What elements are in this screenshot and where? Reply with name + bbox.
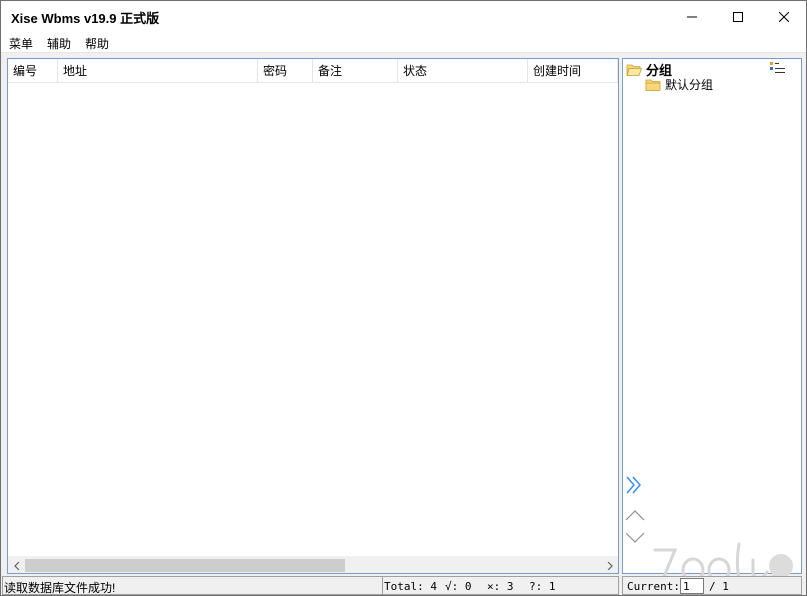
column-header-address[interactable]: 地址	[58, 59, 258, 83]
double-chevron-right-icon	[626, 476, 641, 494]
maximize-button[interactable]	[715, 1, 761, 32]
status-unknown-count: ?: 1	[529, 580, 556, 593]
chevron-left-icon	[13, 561, 19, 570]
scroll-left-button[interactable]	[8, 557, 25, 574]
move-up-button[interactable]	[625, 509, 645, 524]
tree-item-default-group[interactable]: 默认分组	[645, 76, 713, 93]
site-list[interactable]: 编号 地址 密码 备注 状态 创建时间	[7, 58, 619, 574]
current-page-input[interactable]	[680, 578, 704, 594]
menu-bar: 菜单 辅助 帮助	[1, 32, 806, 53]
folder-open-icon	[626, 64, 642, 76]
maximize-icon	[733, 11, 743, 22]
scroll-right-button[interactable]	[601, 557, 618, 574]
scroll-thumb[interactable]	[25, 559, 345, 572]
list-header: 编号 地址 密码 备注 状态 创建时间	[8, 59, 618, 83]
status-bar: 读取数据库文件成功! Total: 4 √: 0 ×: 3 ?: 1	[2, 576, 619, 595]
pager-label: Current:	[627, 580, 680, 593]
close-button[interactable]	[761, 1, 807, 32]
horizontal-scrollbar[interactable]	[8, 556, 618, 573]
list-toggle-icon	[770, 62, 785, 73]
window-title: Xise Wbms v19.9 正式版	[11, 11, 160, 26]
column-header-created[interactable]: 创建时间	[528, 59, 618, 83]
menu-item-help[interactable]: 帮助	[85, 35, 109, 52]
expand-panel-button[interactable]	[625, 475, 643, 498]
chevron-right-icon	[607, 561, 613, 570]
close-icon	[779, 11, 789, 22]
column-header-id[interactable]: 编号	[8, 59, 58, 83]
chevron-down-icon	[625, 532, 645, 543]
status-fail-count: ×: 3	[487, 580, 514, 593]
menu-item-main[interactable]: 菜单	[9, 35, 33, 52]
title-bar: Xise Wbms v19.9 正式版	[1, 1, 806, 32]
status-ok-count: √: 0	[445, 580, 472, 593]
column-header-password[interactable]: 密码	[258, 59, 313, 83]
tree-view-toggle-button[interactable]	[770, 62, 786, 77]
minimize-button[interactable]	[669, 1, 715, 32]
main-window: Xise Wbms v19.9 正式版 菜单 辅助 帮助 编号 地址 密码 备注…	[0, 0, 807, 596]
status-message: 读取数据库文件成功!	[4, 581, 116, 595]
pager-total: / 1	[709, 580, 729, 593]
move-down-button[interactable]	[625, 532, 645, 547]
pager-bar: Current: / 1	[622, 576, 802, 595]
column-header-note[interactable]: 备注	[313, 59, 398, 83]
minimize-icon	[687, 16, 697, 17]
column-header-status[interactable]: 状态	[398, 59, 528, 83]
status-total: Total: 4	[384, 580, 437, 593]
menu-item-assist[interactable]: 辅助	[47, 35, 71, 52]
group-tree[interactable]: 分组 默认分组	[622, 58, 802, 574]
tree-item-label: 默认分组	[665, 78, 714, 92]
folder-icon	[645, 79, 661, 91]
status-divider	[382, 577, 383, 594]
chevron-up-icon	[625, 510, 645, 521]
